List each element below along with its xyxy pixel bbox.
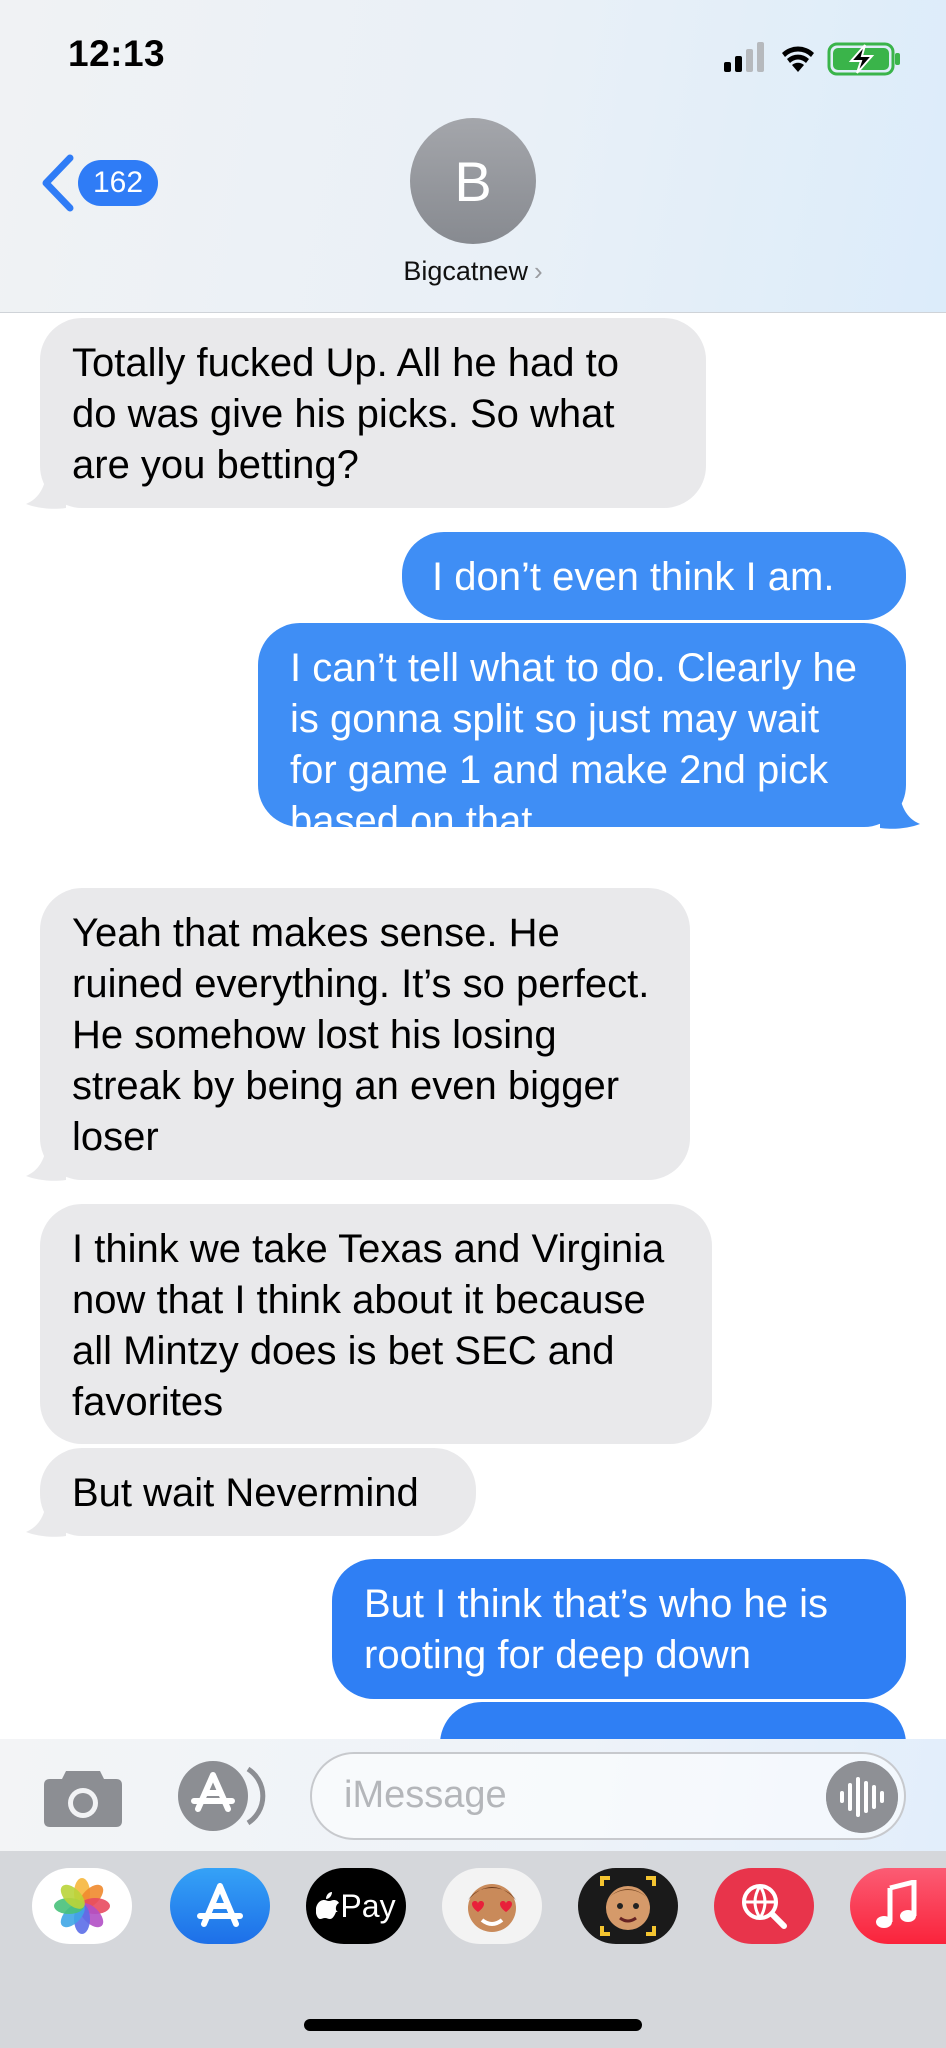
- memoji-heart-eyes-icon: [468, 1884, 516, 1932]
- memoji-icon[interactable]: [578, 1868, 678, 1944]
- message-text: Yeah that makes sense. He ruined everyth…: [72, 911, 650, 1159]
- music-note-icon: [876, 1880, 917, 1928]
- web-search-icon[interactable]: [714, 1868, 814, 1944]
- incoming-message-bubble[interactable]: Yeah that makes sense. He ruined everyth…: [40, 888, 690, 1180]
- outgoing-message-bubble[interactable]: I don’t even think I am.: [402, 532, 906, 620]
- chevron-right-icon: ›: [533, 256, 543, 286]
- audio-message-icon[interactable]: [826, 1761, 898, 1833]
- message-list[interactable]: Totally fucked Up. All he had to do was …: [0, 314, 946, 1739]
- status-icons: [724, 42, 900, 76]
- photos-flower-icon: [54, 1878, 110, 1934]
- imessage-screen: 12:13 162 B Bigcatnew › Totally fucked U…: [0, 0, 946, 2048]
- globe-search-icon: [742, 1884, 787, 1929]
- unread-count-badge: 162: [78, 160, 158, 206]
- status-time: 12:13: [68, 33, 166, 74]
- photos-app-icon[interactable]: [32, 1868, 132, 1944]
- camera-icon[interactable]: [42, 1767, 124, 1829]
- bubble-tail: [26, 1136, 66, 1181]
- apple-pay-label: Pay: [340, 1887, 396, 1924]
- back-button[interactable]: 162: [40, 150, 170, 214]
- message-text: I don’t even think I am.: [432, 555, 835, 599]
- outgoing-message-bubble[interactable]: But I think that’s who he is rooting for…: [332, 1559, 906, 1699]
- apple-pay-icon[interactable]: Pay: [306, 1868, 406, 1944]
- contact-avatar[interactable]: B: [410, 118, 536, 244]
- outgoing-message-bubble-partial[interactable]: [440, 1702, 906, 1739]
- bubble-tail: [26, 464, 66, 509]
- app-store-icon[interactable]: [170, 1868, 270, 1944]
- message-text: Totally fucked Up. All he had to do was …: [72, 341, 619, 487]
- imessage-placeholder: iMessage: [344, 1774, 507, 1816]
- input-bar: iMessage: [0, 1739, 946, 1851]
- chevron-left-icon: [42, 154, 74, 212]
- conversation-header: 12:13 162 B Bigcatnew ›: [0, 0, 946, 313]
- animoji-stickers-icon[interactable]: [442, 1868, 542, 1944]
- bubble-tail: [880, 784, 920, 829]
- home-indicator[interactable]: [304, 2019, 642, 2031]
- imessage-input[interactable]: iMessage: [310, 1752, 906, 1840]
- app-drawer: Pay: [0, 1851, 946, 2048]
- message-text: I can’t tell what to do. Clearly he is g…: [290, 646, 857, 843]
- memoji-face-icon: [600, 1876, 656, 1936]
- signal-icon: [724, 42, 764, 72]
- wifi-icon: [782, 46, 814, 72]
- contact-name: Bigcatnew: [403, 256, 528, 286]
- app-store-a-icon: [197, 1883, 243, 1927]
- message-text: I think we take Texas and Virginia now t…: [72, 1227, 665, 1424]
- outgoing-message-bubble[interactable]: I can’t tell what to do. Clearly he is g…: [258, 623, 906, 843]
- bubble-tail: [26, 1492, 66, 1537]
- incoming-message-bubble[interactable]: But wait Nevermind: [40, 1448, 476, 1536]
- message-text: But wait Nevermind: [72, 1471, 419, 1515]
- incoming-message-bubble[interactable]: Totally fucked Up. All he had to do was …: [40, 318, 706, 508]
- contact-name-button[interactable]: Bigcatnew ›: [0, 256, 946, 287]
- apple-logo-icon: [316, 1892, 340, 1919]
- music-icon[interactable]: [850, 1868, 946, 1944]
- incoming-message-bubble[interactable]: I think we take Texas and Virginia now t…: [40, 1204, 712, 1444]
- battery-charging-icon: [827, 42, 900, 76]
- message-text: But I think that’s who he is rooting for…: [364, 1582, 828, 1677]
- app-store-drawer-icon[interactable]: [176, 1759, 272, 1833]
